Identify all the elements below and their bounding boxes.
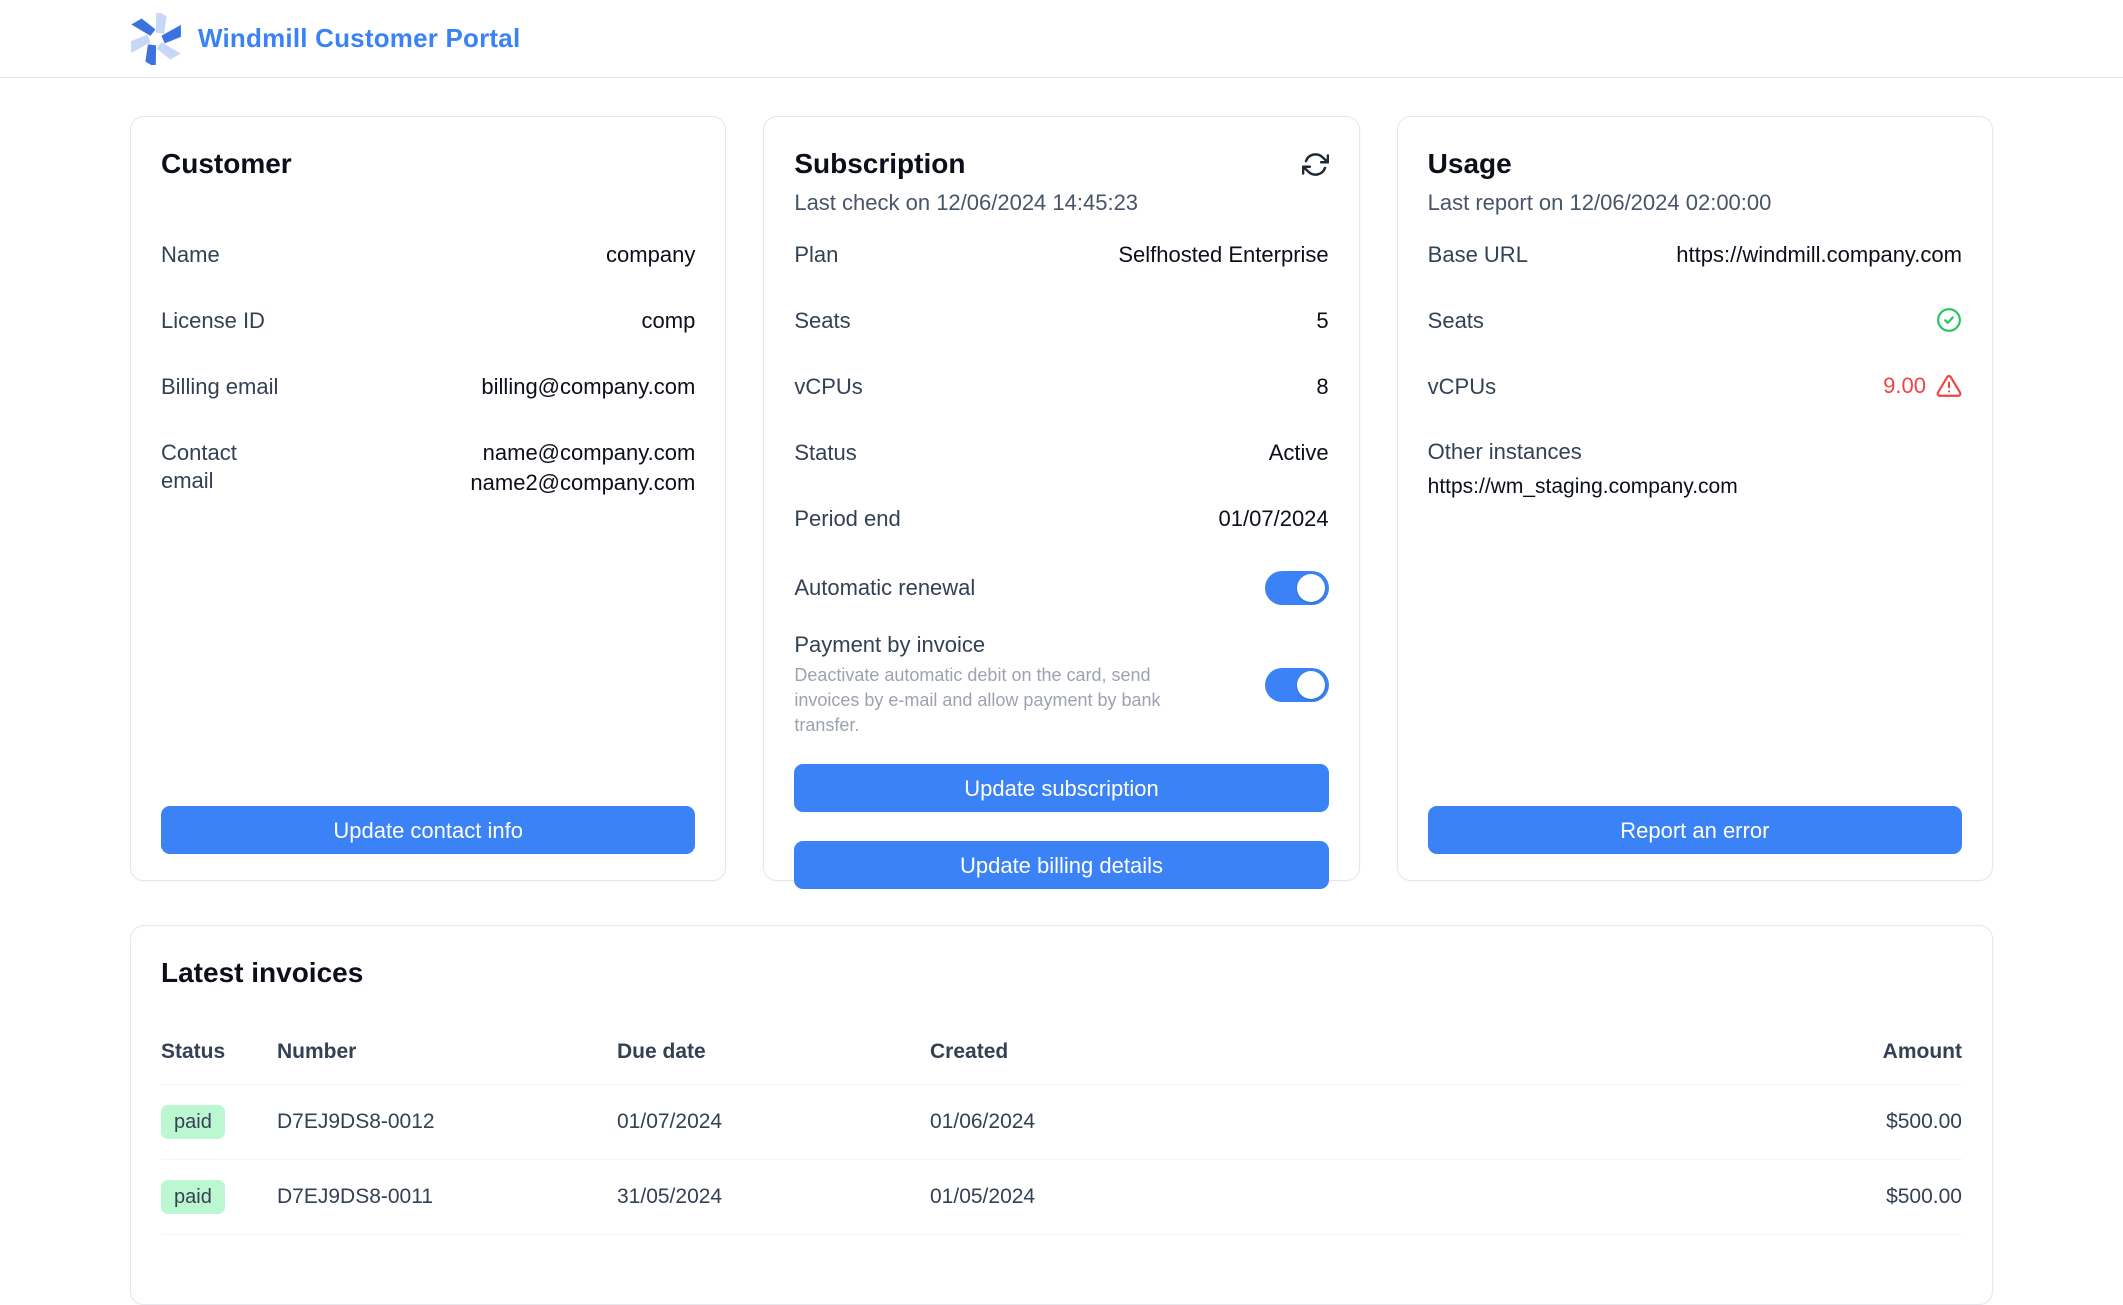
usage-card-title: Usage — [1428, 145, 1962, 183]
customer-name-row: Name company — [161, 241, 695, 269]
automatic-renewal-toggle[interactable] — [1265, 571, 1329, 605]
usage-card: Usage Last report on 12/06/2024 02:00:00… — [1397, 116, 1993, 881]
invoices-table: Status Number Due date Created Amount pa… — [161, 1040, 1962, 1235]
status-label: Status — [794, 439, 856, 467]
invoice-created: 01/06/2024 — [930, 1110, 1734, 1134]
invoice-row: paid D7EJ9DS8-0012 01/07/2024 01/06/2024… — [161, 1085, 1962, 1160]
app-title: Windmill Customer Portal — [198, 23, 520, 54]
latest-invoices-title: Latest invoices — [161, 954, 1962, 992]
update-billing-details-button[interactable]: Update billing details — [794, 841, 1328, 889]
customer-billing-email-row: Billing email billing@company.com — [161, 373, 695, 401]
customer-contact-email-2: name2@company.com — [470, 469, 695, 497]
period-end-label: Period end — [794, 505, 900, 533]
subscription-seats-row: Seats 5 — [794, 307, 1328, 335]
usage-seats-row: Seats — [1428, 307, 1962, 335]
customer-billing-email-value: billing@company.com — [481, 373, 695, 401]
other-instances-label: Other instances — [1428, 439, 1962, 465]
customer-card-title: Customer — [161, 145, 695, 183]
usage-vcpus-value: 9.00 — [1883, 373, 1926, 399]
col-due-date: Due date — [617, 1040, 902, 1064]
subscription-card-title: Subscription — [794, 145, 965, 183]
top-bar: Windmill Customer Portal — [0, 0, 2123, 78]
base-url-label: Base URL — [1428, 241, 1528, 269]
invoice-number: D7EJ9DS8-0012 — [277, 1110, 589, 1134]
usage-base-url-row: Base URL https://windmill.company.com — [1428, 241, 1962, 269]
customer-card: Customer Name company License ID comp Bi… — [130, 116, 726, 881]
windmill-logo-icon — [130, 13, 182, 65]
subscription-period-end-row: Period end 01/07/2024 — [794, 505, 1328, 533]
payment-by-invoice-description: Deactivate automatic debit on the card, … — [794, 663, 1166, 738]
vcpus-value: 8 — [1316, 373, 1328, 401]
usage-last-report: Last report on 12/06/2024 02:00:00 — [1428, 189, 1962, 217]
other-instances-value: https://wm_staging.company.com — [1428, 473, 1962, 500]
invoice-due-date: 31/05/2024 — [617, 1185, 902, 1209]
payment-by-invoice-toggle[interactable] — [1265, 668, 1329, 702]
refresh-icon[interactable] — [1302, 151, 1329, 178]
plan-label: Plan — [794, 241, 838, 269]
customer-license-row: License ID comp — [161, 307, 695, 335]
check-circle-icon — [1936, 307, 1962, 333]
invoice-due-date: 01/07/2024 — [617, 1110, 902, 1134]
col-created: Created — [930, 1040, 1734, 1064]
col-amount: Amount — [1762, 1040, 1962, 1064]
invoice-amount: $500.00 — [1762, 1185, 1962, 1209]
customer-license-value: comp — [642, 307, 696, 335]
plan-value: Selfhosted Enterprise — [1118, 241, 1328, 269]
invoice-created: 01/05/2024 — [930, 1185, 1734, 1209]
main-content: Customer Name company License ID comp Bi… — [0, 78, 2123, 1305]
payment-by-invoice-label: Payment by invoice — [794, 631, 1166, 659]
seats-value: 5 — [1316, 307, 1328, 335]
customer-name-label: Name — [161, 241, 220, 269]
period-end-value: 01/07/2024 — [1219, 505, 1329, 533]
customer-contact-email-row: Contact email name@company.com name2@com… — [161, 439, 695, 497]
customer-name-value: company — [606, 241, 695, 269]
subscription-plan-row: Plan Selfhosted Enterprise — [794, 241, 1328, 269]
update-contact-info-button[interactable]: Update contact info — [161, 806, 695, 854]
usage-other-instances-row: Other instances https://wm_staging.compa… — [1428, 439, 1962, 500]
customer-license-label: License ID — [161, 307, 265, 335]
latest-invoices-card: Latest invoices Status Number Due date C… — [130, 925, 1993, 1305]
seats-label: Seats — [794, 307, 850, 335]
report-an-error-button[interactable]: Report an error — [1428, 806, 1962, 854]
payment-by-invoice-row: Payment by invoice Deactivate automatic … — [794, 631, 1328, 738]
customer-contact-email-1: name@company.com — [470, 439, 695, 467]
status-badge: paid — [161, 1105, 225, 1139]
status-badge: paid — [161, 1180, 225, 1214]
automatic-renewal-label: Automatic renewal — [794, 574, 975, 602]
usage-vcpus-row: vCPUs 9.00 — [1428, 373, 1962, 401]
invoice-amount: $500.00 — [1762, 1110, 1962, 1134]
vcpus-label: vCPUs — [794, 373, 862, 401]
base-url-value: https://windmill.company.com — [1676, 241, 1962, 269]
subscription-vcpus-row: vCPUs 8 — [794, 373, 1328, 401]
col-number: Number — [277, 1040, 589, 1064]
automatic-renewal-row: Automatic renewal — [794, 571, 1328, 605]
usage-vcpus-label: vCPUs — [1428, 373, 1496, 401]
customer-billing-email-label: Billing email — [161, 373, 278, 401]
invoice-row: paid D7EJ9DS8-0011 31/05/2024 01/05/2024… — [161, 1160, 1962, 1235]
invoice-number: D7EJ9DS8-0011 — [277, 1185, 589, 1209]
update-subscription-button[interactable]: Update subscription — [794, 764, 1328, 812]
col-status: Status — [161, 1040, 249, 1064]
subscription-card: Subscription Last check on 12/06/2024 14… — [763, 116, 1359, 881]
subscription-last-check: Last check on 12/06/2024 14:45:23 — [794, 189, 1328, 217]
subscription-status-row: Status Active — [794, 439, 1328, 467]
customer-contact-email-label: Contact email — [161, 439, 253, 495]
usage-seats-label: Seats — [1428, 307, 1484, 335]
invoices-table-header: Status Number Due date Created Amount — [161, 1040, 1962, 1085]
status-value: Active — [1269, 439, 1329, 467]
warning-triangle-icon — [1936, 373, 1962, 399]
